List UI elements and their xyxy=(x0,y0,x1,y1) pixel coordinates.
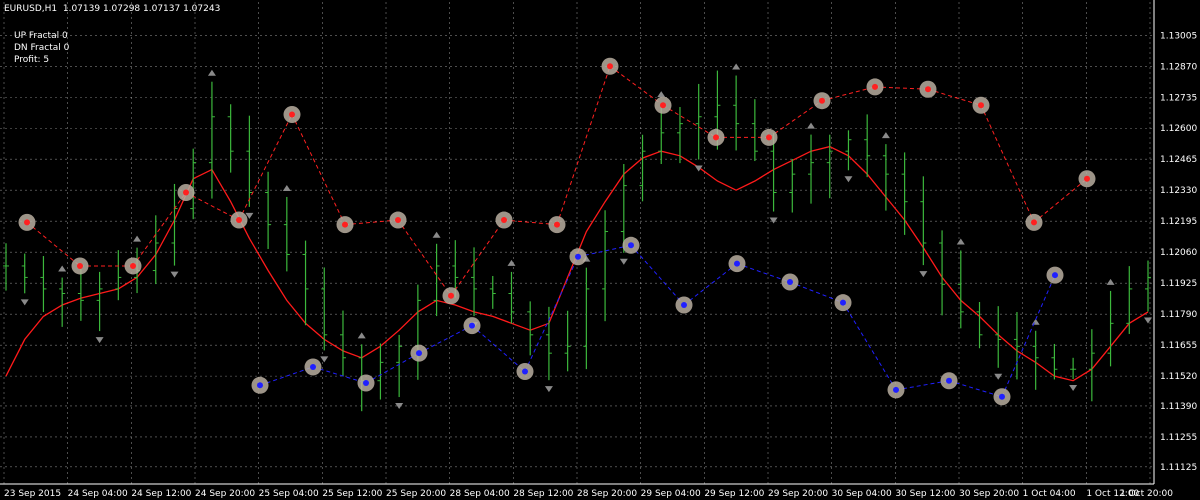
sell-marker-dot xyxy=(1031,219,1037,226)
sell-marker-dot xyxy=(872,83,878,90)
y-tick-label: 1.11925 xyxy=(1160,279,1197,289)
y-tick-label: 1.12195 xyxy=(1160,217,1197,227)
symbol-label: EURUSD,H1 xyxy=(4,4,58,14)
x-tick-label: 29 Sep 20:00 xyxy=(768,489,828,499)
x-tick-label: 24 Sep 20:00 xyxy=(195,489,255,499)
sell-marker-dot xyxy=(660,102,666,109)
y-tick-label: 1.12465 xyxy=(1160,155,1197,165)
y-tick-label: 1.13005 xyxy=(1160,31,1197,41)
y-tick-label: 1.11790 xyxy=(1160,310,1197,320)
x-tick-label: 24 Sep 12:00 xyxy=(131,489,191,499)
x-tick-label: 25 Sep 04:00 xyxy=(259,489,319,499)
x-tick-label: 30 Sep 04:00 xyxy=(832,489,892,499)
dn-fractal-label: DN Fractal 0 xyxy=(14,43,70,53)
y-tick-label: 1.12870 xyxy=(1160,62,1197,72)
y-tick-label: 1.11520 xyxy=(1160,372,1197,382)
sell-marker-dot xyxy=(289,111,295,118)
sell-marker-dot xyxy=(978,102,984,109)
buy-marker-dot xyxy=(575,253,581,260)
x-tick-label: 25 Sep 20:00 xyxy=(386,489,446,499)
sell-marker-dot xyxy=(183,189,189,196)
buy-marker-dot xyxy=(469,322,475,329)
buy-marker-dot xyxy=(416,350,422,357)
buy-marker-dot xyxy=(787,279,793,286)
buy-marker-dot xyxy=(681,301,687,308)
x-tick-label: 23 Sep 2015 xyxy=(4,489,61,499)
y-tick-label: 1.12735 xyxy=(1160,93,1197,103)
indicator-panel: UP Fractal 0 DN Fractal 0 Profit: 5 xyxy=(14,30,69,66)
x-tick-label: 29 Sep 12:00 xyxy=(704,489,764,499)
sell-marker-dot xyxy=(236,217,242,224)
sell-marker-dot xyxy=(130,262,136,269)
y-tick-label: 1.12060 xyxy=(1160,248,1197,258)
y-tick-label: 1.11255 xyxy=(1160,433,1197,443)
x-tick-label: 28 Sep 04:00 xyxy=(450,489,510,499)
sell-marker-dot xyxy=(77,262,83,269)
buy-marker-dot xyxy=(522,368,528,375)
x-tick-label: 24 Sep 04:00 xyxy=(68,489,128,499)
buy-marker-dot xyxy=(734,260,740,267)
sell-marker-dot xyxy=(342,221,348,228)
sell-marker-dot xyxy=(448,292,454,299)
buy-marker-dot xyxy=(999,393,1005,400)
y-tick-label: 1.11125 xyxy=(1160,463,1197,473)
y-tick-label: 1.11390 xyxy=(1160,402,1197,412)
x-tick-label: 29 Sep 04:00 xyxy=(641,489,701,499)
x-tick-label: 28 Sep 20:00 xyxy=(577,489,637,499)
sell-marker-dot xyxy=(24,219,30,226)
buy-marker-dot xyxy=(840,299,846,306)
buy-marker-dot xyxy=(310,363,316,370)
x-tick-label: 28 Sep 12:00 xyxy=(513,489,573,499)
sell-marker-dot xyxy=(766,134,772,141)
buy-marker-dot xyxy=(363,380,369,387)
y-tick-label: 1.12600 xyxy=(1160,124,1197,134)
sell-marker-dot xyxy=(1084,175,1090,182)
sell-marker-dot xyxy=(713,134,719,141)
y-tick-label: 1.11655 xyxy=(1160,341,1197,351)
sell-marker-dot xyxy=(925,86,931,93)
buy-marker-dot xyxy=(1052,272,1058,279)
ohlc-values: 1.07139 1.07298 1.07137 1.07243 xyxy=(62,4,221,14)
buy-marker-dot xyxy=(893,386,899,393)
y-tick-label: 1.12330 xyxy=(1160,186,1197,196)
sell-marker-dot xyxy=(554,221,560,228)
x-tick-label: 1 Oct 20:00 xyxy=(1120,489,1173,499)
x-tick-label: 1 Oct 04:00 xyxy=(1023,489,1076,499)
buy-marker-dot xyxy=(946,377,952,384)
buy-marker-dot xyxy=(257,382,263,389)
sell-marker-dot xyxy=(819,97,825,104)
x-tick-label: 30 Sep 12:00 xyxy=(895,489,955,499)
x-tick-label: 30 Sep 20:00 xyxy=(959,489,1019,499)
up-fractal-label: UP Fractal 0 xyxy=(14,31,68,41)
x-tick-label: 25 Sep 12:00 xyxy=(322,489,382,499)
sell-marker-dot xyxy=(607,63,613,70)
price-chart[interactable]: 1.13005 1.12870 1.12735 1.12600 1.12465 1.123… xyxy=(0,0,1200,500)
sell-marker-dot xyxy=(501,217,507,224)
chart-header: EURUSD,H1 1.07139 1.07298 1.07137 1.0724… xyxy=(4,4,220,14)
sell-marker-dot xyxy=(395,217,401,224)
buy-marker-dot xyxy=(628,242,634,249)
profit-label: Profit: 5 xyxy=(14,55,50,65)
